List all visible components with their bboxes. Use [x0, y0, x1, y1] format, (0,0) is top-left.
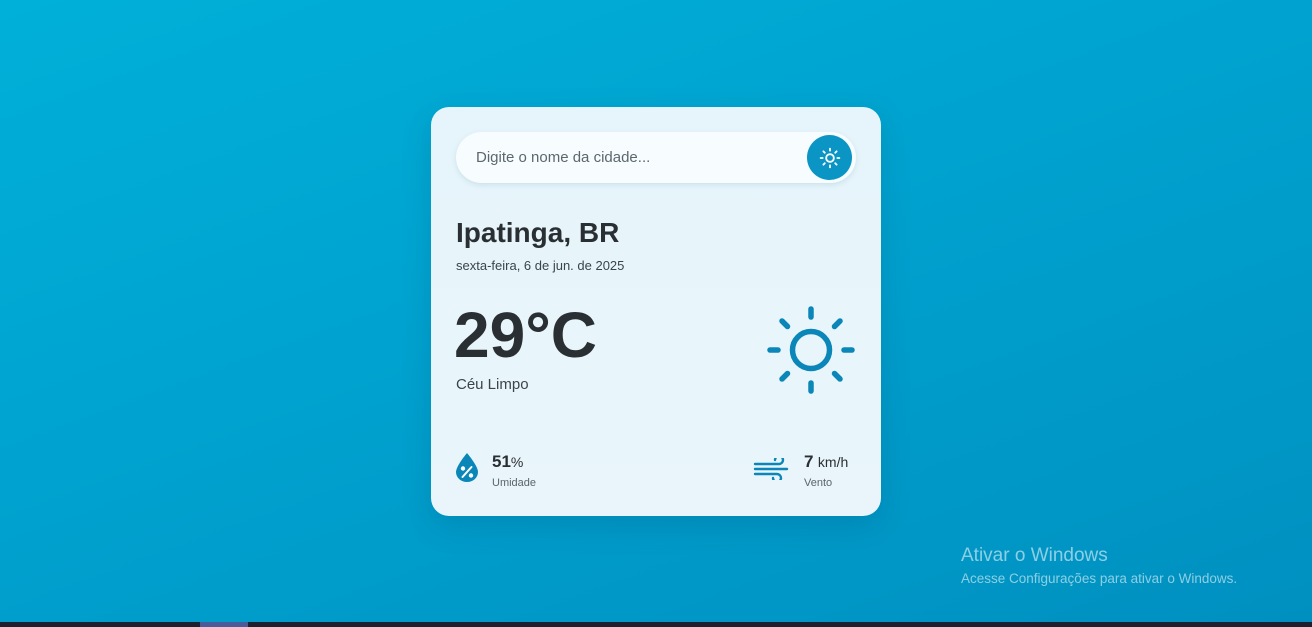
humidity-number: 51 — [492, 452, 511, 471]
wind-label: Vento — [804, 477, 833, 489]
current-date: sexta-feira, 6 de jun. de 2025 — [456, 258, 625, 273]
wind-number: 7 — [804, 452, 814, 471]
taskbar-edge — [0, 622, 1312, 627]
watermark-title: Ativar o Windows — [961, 545, 1108, 566]
sun-icon — [767, 306, 855, 394]
humidity-label: Umidade — [492, 477, 537, 489]
humidity-drop-icon — [456, 453, 478, 482]
search-button[interactable] — [807, 135, 852, 180]
wind-icon — [753, 458, 789, 480]
weather-condition: Céu Limpo — [456, 376, 529, 393]
search-bar — [456, 132, 856, 183]
humidity-value: 51% — [492, 452, 523, 472]
humidity-unit: % — [510, 454, 524, 470]
city-search-input[interactable] — [476, 132, 796, 183]
page-background: { "search": { "placeholder": "Digite o n… — [0, 0, 1312, 627]
watermark-subtitle: Acesse Configurações para ativar o Windo… — [961, 571, 1238, 586]
wind-value: 7 km/h — [804, 452, 848, 472]
city-name: Ipatinga, BR — [456, 217, 620, 248]
taskbar-highlight — [200, 622, 248, 627]
weather-card: Ipatinga, BR sexta-feira, 6 de jun. de 2… — [431, 107, 881, 516]
wind-unit: km/h — [817, 454, 849, 470]
temperature: 29°C — [454, 299, 597, 371]
windows-activation-watermark: Ativar o Windows Acesse Configurações pa… — [961, 545, 1237, 589]
sun-icon — [819, 147, 840, 168]
